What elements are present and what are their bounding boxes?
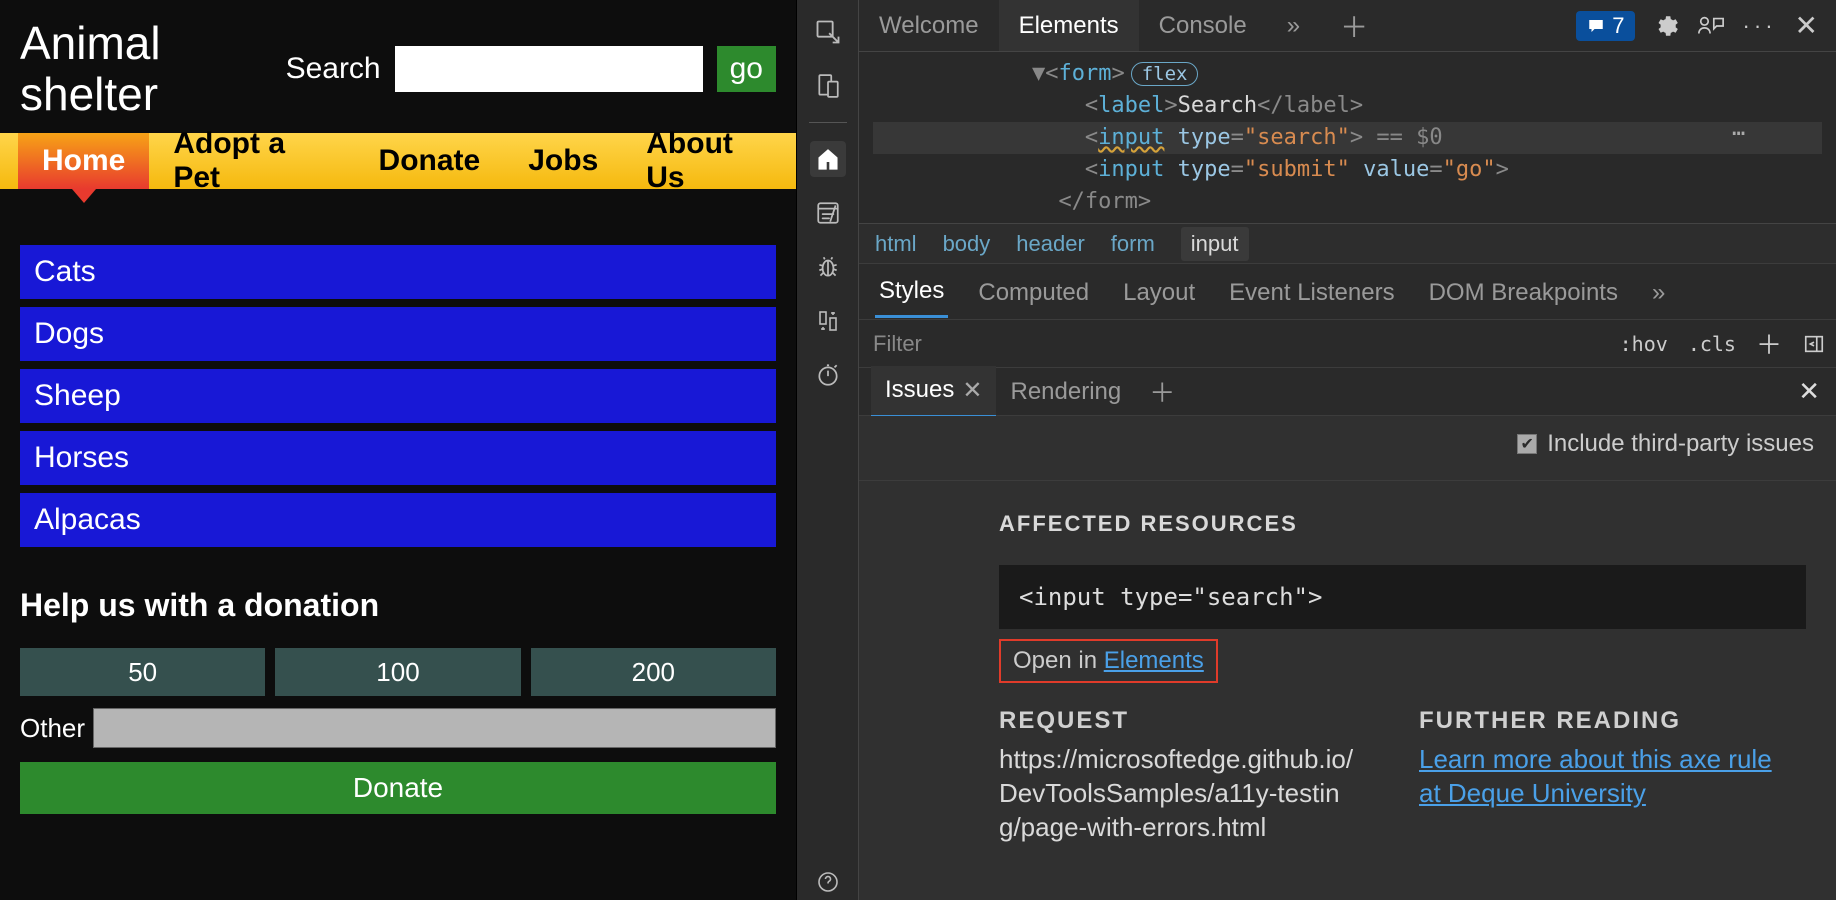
open-in-elements-link[interactable]: Elements [1104, 647, 1204, 674]
device-toggle-icon[interactable] [810, 68, 846, 104]
drawer-tabs: Issues✕ Rendering ＋ ✕ [859, 368, 1836, 416]
cls-toggle[interactable]: .cls [1678, 332, 1746, 356]
add-tab-icon[interactable]: ＋ [1320, 0, 1388, 51]
list-item[interactable]: Horses [20, 431, 776, 485]
network-conditions-icon[interactable] [810, 303, 846, 339]
issues-drawer: ✔ Include third-party issues AFFECTED RE… [859, 416, 1836, 900]
include-third-party-checkbox[interactable]: ✔ [1517, 434, 1537, 454]
more-options-icon[interactable]: ··· [1743, 13, 1777, 39]
tab-computed[interactable]: Computed [974, 267, 1093, 317]
nav-jobs[interactable]: Jobs [504, 133, 622, 189]
tab-welcome[interactable]: Welcome [859, 0, 999, 51]
inspect-icon[interactable] [810, 14, 846, 50]
ellipsis-icon[interactable]: … [1732, 116, 1745, 141]
drawer-tab-issues[interactable]: Issues✕ [871, 366, 996, 418]
search-label: Search [286, 52, 381, 86]
donate-button[interactable]: Donate [20, 762, 776, 814]
welcome-tool-icon[interactable] [810, 195, 846, 231]
dom-line-form-open[interactable]: ▼<form>flex [873, 58, 1822, 90]
site-title: Animal shelter [20, 18, 161, 119]
nav-about[interactable]: About Us [622, 133, 796, 189]
crumb-input[interactable]: input [1181, 227, 1249, 261]
tab-elements[interactable]: Elements [999, 0, 1139, 51]
crumb-form[interactable]: form [1111, 231, 1155, 257]
dom-line-input-search[interactable]: <input type="search"> == $0 [873, 122, 1822, 154]
close-icon[interactable]: ✕ [962, 376, 982, 405]
dom-line-label[interactable]: <label>Search</label> [873, 90, 1822, 122]
tab-styles[interactable]: Styles [875, 265, 948, 318]
add-drawer-tab-icon[interactable]: ＋ [1135, 363, 1189, 420]
feedback-icon[interactable] [1697, 14, 1725, 38]
open-in-elements[interactable]: Open in Elements [999, 639, 1218, 683]
nav-adopt[interactable]: Adopt a Pet [149, 133, 354, 189]
animal-list: Cats Dogs Sheep Horses Alpacas [0, 189, 796, 557]
styles-tabs: Styles Computed Layout Event Listeners D… [859, 264, 1836, 320]
donation-heading: Help us with a donation [20, 587, 776, 624]
devtools: Welcome Elements Console » ＋ 7 ··· ✕ [796, 0, 1836, 900]
dom-line-input-submit[interactable]: <input type="submit" value="go"> [873, 154, 1822, 186]
dom-line-form-close[interactable]: </form> [873, 186, 1822, 218]
webpage-preview: Animal shelter Search go Home Adopt a Pe… [0, 0, 796, 900]
crumb-header[interactable]: header [1016, 231, 1085, 257]
nav-home[interactable]: Home [18, 133, 149, 189]
further-reading-heading: FURTHER READING [1419, 707, 1779, 735]
other-amount-input[interactable] [93, 708, 776, 748]
tab-console[interactable]: Console [1139, 0, 1267, 51]
styles-filter-row: :hov .cls ＋ [859, 320, 1836, 368]
list-item[interactable]: Sheep [20, 369, 776, 423]
list-item[interactable]: Dogs [20, 307, 776, 361]
bug-icon[interactable] [810, 249, 846, 285]
computed-panel-toggle-icon[interactable] [1792, 333, 1836, 355]
tab-event-listeners[interactable]: Event Listeners [1225, 267, 1398, 317]
more-tabs-icon[interactable]: » [1267, 0, 1320, 51]
new-style-rule-icon[interactable]: ＋ [1746, 325, 1792, 362]
tab-dom-breakpoints[interactable]: DOM Breakpoints [1425, 267, 1622, 317]
close-drawer-icon[interactable]: ✕ [1798, 376, 1836, 407]
issues-counter[interactable]: 7 [1576, 11, 1634, 41]
hov-toggle[interactable]: :hov [1610, 332, 1678, 356]
nav-donate[interactable]: Donate [355, 133, 505, 189]
activity-bar [797, 0, 859, 900]
settings-icon[interactable] [1653, 13, 1679, 39]
affected-resource-code: <input type="search"> [999, 565, 1806, 629]
drawer-tab-rendering[interactable]: Rendering [996, 368, 1135, 416]
other-amount-label: Other [20, 713, 85, 744]
dom-tree[interactable]: ▼<form>flex <label>Search</label> … <inp… [859, 52, 1836, 224]
dom-breadcrumbs: html body header form input [859, 224, 1836, 264]
amount-200-button[interactable]: 200 [531, 648, 776, 696]
request-heading: REQUEST [999, 707, 1359, 735]
elements-tool-icon[interactable] [810, 141, 846, 177]
amount-50-button[interactable]: 50 [20, 648, 265, 696]
performance-icon[interactable] [810, 357, 846, 393]
close-devtools-icon[interactable]: ✕ [1795, 9, 1818, 42]
donation-section: Help us with a donation 50 100 200 Other… [0, 557, 796, 824]
help-icon[interactable] [810, 864, 846, 900]
more-styles-tabs-icon[interactable]: » [1648, 267, 1669, 317]
list-item[interactable]: Cats [20, 245, 776, 299]
devtools-tabs: Welcome Elements Console » ＋ 7 ··· ✕ [859, 0, 1836, 52]
affected-resources-heading: AFFECTED RESOURCES [999, 511, 1806, 537]
further-reading-link[interactable]: Learn more about this axe rule at Deque … [1419, 744, 1772, 808]
search-input[interactable] [395, 46, 703, 92]
request-url: https://microsoftedge.github.io/DevTools… [999, 743, 1359, 844]
list-item[interactable]: Alpacas [20, 493, 776, 547]
styles-filter-input[interactable] [859, 331, 1610, 357]
main-nav: Home Adopt a Pet Donate Jobs About Us [0, 133, 796, 189]
go-button[interactable]: go [717, 46, 776, 92]
crumb-body[interactable]: body [943, 231, 991, 257]
include-third-party-label: Include third-party issues [1547, 430, 1814, 458]
tab-layout[interactable]: Layout [1119, 267, 1199, 317]
crumb-html[interactable]: html [875, 231, 917, 257]
amount-100-button[interactable]: 100 [275, 648, 520, 696]
